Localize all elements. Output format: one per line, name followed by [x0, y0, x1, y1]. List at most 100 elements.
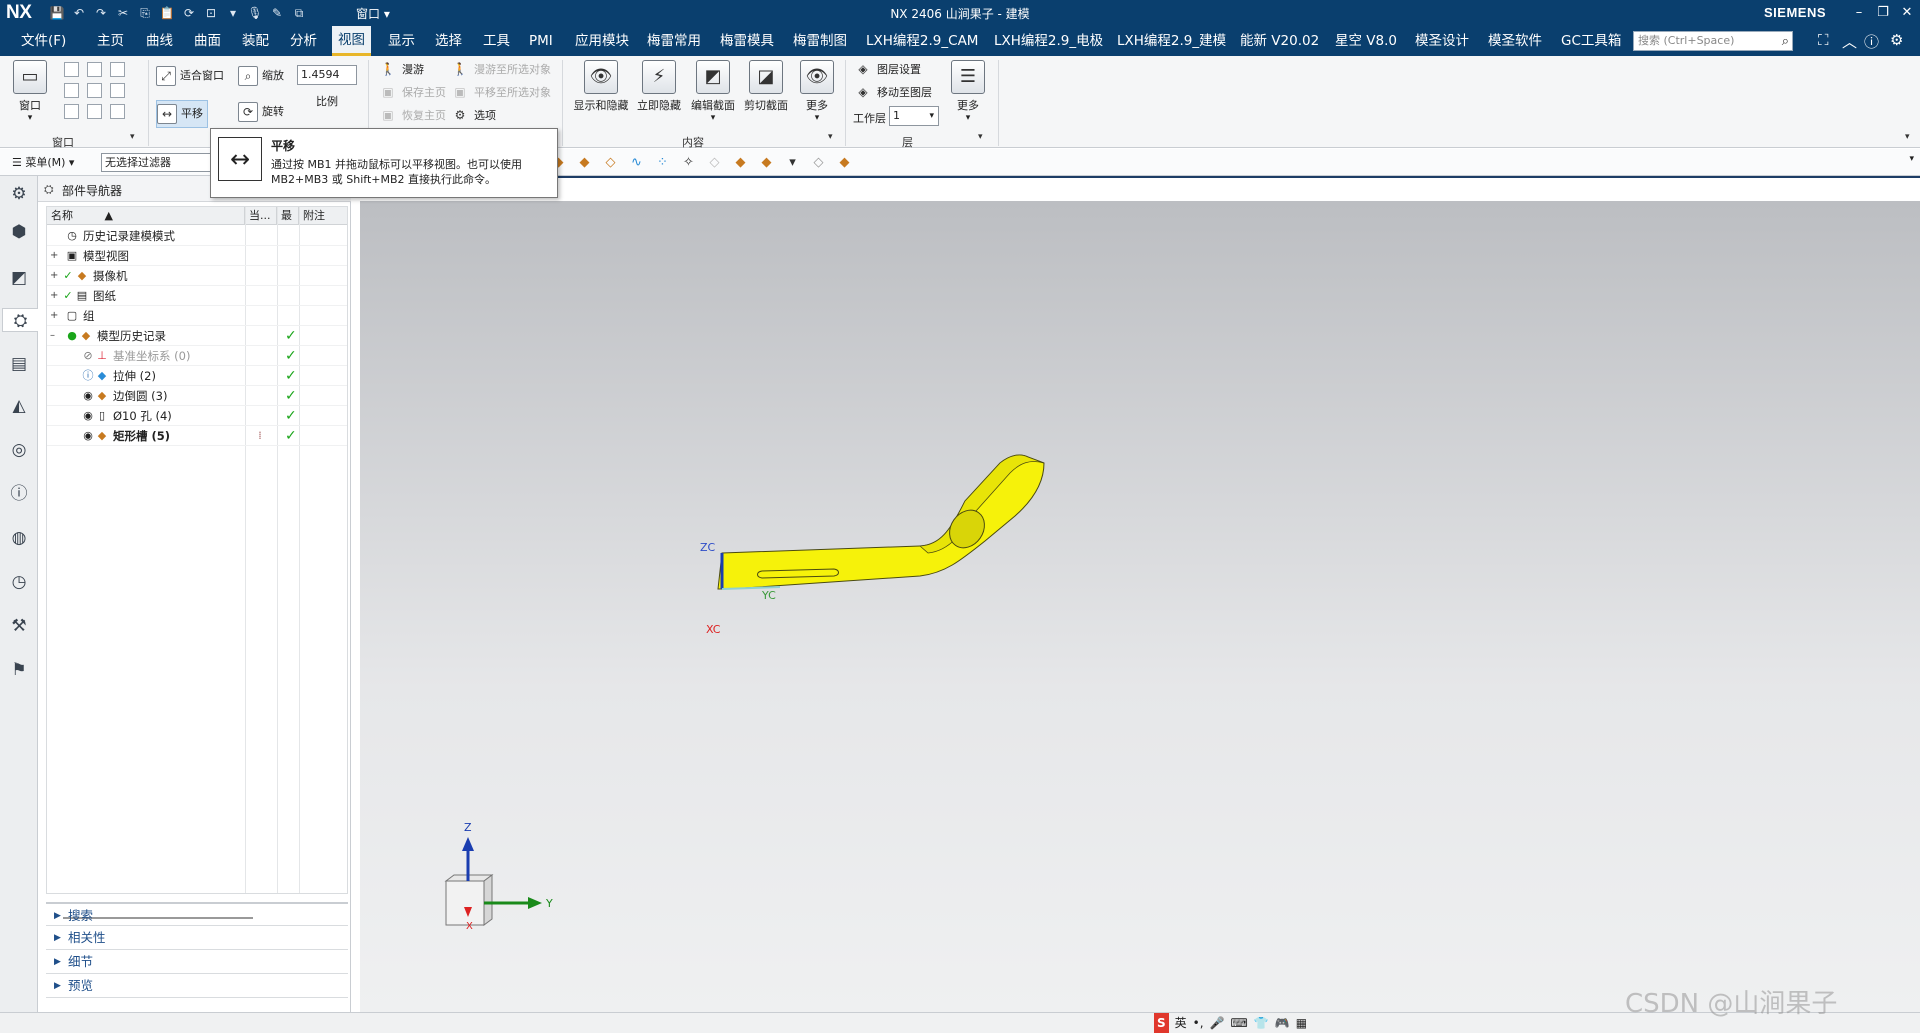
tab-mosheng-design[interactable]: 模圣设计: [1413, 26, 1471, 56]
undo-icon[interactable]: ↶: [70, 4, 88, 22]
select-assembly-icon[interactable]: ◆: [758, 154, 775, 171]
rotate-button[interactable]: ⟳ 旋转: [238, 102, 284, 122]
tab-curve[interactable]: 曲线: [144, 26, 175, 56]
tab-meilei-mold[interactable]: 梅雷模具: [718, 26, 776, 56]
select-body-icon[interactable]: ◆: [576, 154, 593, 171]
section-dependencies[interactable]: ▶ 相关性: [46, 926, 348, 950]
instant-hide-button[interactable]: ⚡ 立即隐藏: [632, 60, 686, 113]
tree-row-hole[interactable]: ◉ ▯ Ø10 孔 (4) ✓: [47, 406, 347, 426]
repeat-icon[interactable]: ⟳: [180, 4, 198, 22]
section-preview[interactable]: ▶ 预览: [46, 974, 348, 998]
select-face-icon[interactable]: ◇: [602, 154, 619, 171]
clip-section-button[interactable]: ◪ 剪切截面: [739, 60, 793, 113]
tree-row-extrude[interactable]: ⓘ ◆ 拉伸 (2) ✓: [47, 366, 347, 386]
select-solid-icon[interactable]: ◆: [732, 154, 749, 171]
edit-section-button[interactable]: ◩ 编辑截面 ▾: [687, 60, 739, 123]
pan-button[interactable]: ↔ 平移: [156, 100, 208, 128]
tab-meilei-common[interactable]: 梅雷常用: [645, 26, 703, 56]
snap-icon[interactable]: ✧: [680, 154, 697, 171]
model-view[interactable]: ZC YC XC Z Y X: [360, 201, 1920, 1012]
constraint-navigator-icon[interactable]: ◩: [7, 266, 31, 290]
restore-button[interactable]: ❐: [1870, 2, 1896, 24]
selection-filter-select[interactable]: 无选择过滤器: [101, 153, 211, 172]
window-menu[interactable]: 窗口 ▾: [356, 5, 390, 22]
tree-row-history-mode[interactable]: ◷ 历史记录建模模式: [47, 226, 347, 246]
tab-view[interactable]: 视图: [332, 26, 371, 56]
tab-analysis[interactable]: 分析: [288, 26, 319, 56]
walk-button[interactable]: 🚶 漫游: [378, 60, 424, 80]
tree-row-rect-groove[interactable]: ◉ ◆ 矩形槽 (5) ⁞ ✓: [47, 426, 347, 446]
options-button[interactable]: ⚙ 选项: [450, 106, 496, 126]
graphics-window[interactable]: ZC YC XC Z Y X: [360, 201, 1920, 1012]
minimize-button[interactable]: –: [1846, 2, 1872, 24]
tab-assembly[interactable]: 装配: [240, 26, 271, 56]
tree-row-cameras[interactable]: + ✓ ◆ 摄像机: [47, 266, 347, 286]
select-curve-icon[interactable]: ∿: [628, 154, 645, 171]
walk-to-selected-button[interactable]: 🚶 漫游至所选对象: [450, 60, 551, 80]
select-box-icon[interactable]: ◇: [810, 154, 827, 171]
scale-input[interactable]: 1.4594: [297, 65, 357, 85]
game-icon[interactable]: 🎮: [1275, 1013, 1290, 1033]
role-icon[interactable]: ⚑: [7, 658, 31, 682]
chevron-down-icon[interactable]: ▾: [784, 154, 801, 171]
history-icon[interactable]: ◷: [7, 570, 31, 594]
tab-applications[interactable]: 应用模块: [573, 26, 631, 56]
web-browser-icon[interactable]: ◎: [7, 438, 31, 462]
info-icon[interactable]: ⓘ: [7, 482, 31, 506]
tab-surface[interactable]: 曲面: [192, 26, 223, 56]
chevron-down-icon[interactable]: ▾: [1905, 132, 1910, 142]
work-layer-select[interactable]: 1 ▾: [889, 106, 939, 126]
part-body[interactable]: [717, 454, 1045, 590]
zoom-button[interactable]: ⌕ 缩放: [238, 66, 284, 86]
command-search-input[interactable]: 搜索 (Ctrl+Space) ⌕: [1633, 31, 1793, 51]
chevron-down-icon[interactable]: ▾: [978, 132, 983, 142]
hd3d-tools-icon[interactable]: ◭: [7, 394, 31, 418]
tab-home[interactable]: 主页: [95, 26, 126, 56]
settings-icon[interactable]: ⚙: [7, 182, 31, 206]
select-point-icon[interactable]: ⁘: [654, 154, 671, 171]
section-details[interactable]: ▶ 细节: [46, 950, 348, 974]
command-finder-icon[interactable]: ⊡: [202, 4, 220, 22]
section-search[interactable]: ▶ 搜索: [46, 902, 348, 926]
tab-lxh-cam[interactable]: LXH编程2.9_CAM: [864, 26, 980, 56]
tab-gc-toolbox[interactable]: GC工具箱: [1559, 26, 1623, 56]
layer-more-button[interactable]: ☰ 更多 ▾: [942, 60, 994, 123]
copy-icon[interactable]: ⎘: [136, 4, 154, 22]
globe-icon[interactable]: ◍: [7, 526, 31, 550]
tab-lxh-electrode[interactable]: LXH编程2.9_电极: [992, 26, 1105, 56]
part-navigator-icon[interactable]: ⛭: [2, 308, 38, 332]
tab-nengxin[interactable]: 能新 V20.02: [1238, 26, 1321, 56]
microphone-icon[interactable]: 🎙: [246, 4, 264, 22]
tree-row-datum-csys[interactable]: ⊘ ⊥ 基准坐标系 (0) ✓: [47, 346, 347, 366]
tab-tools[interactable]: 工具: [481, 26, 512, 56]
cut-icon[interactable]: ✂: [114, 4, 132, 22]
ribbon-options-icon[interactable]: ⚙: [1890, 31, 1903, 49]
chevron-down-icon[interactable]: ▾: [828, 132, 833, 142]
fullscreen-icon[interactable]: ⛶: [1818, 31, 1829, 49]
content-more-button[interactable]: 👁 更多 ▾: [794, 60, 840, 123]
microphone-icon[interactable]: 🎤: [1210, 1013, 1225, 1033]
help-icon[interactable]: ⓘ: [1864, 31, 1879, 52]
tree-row-model-views[interactable]: + ▣ 模型视图: [47, 246, 347, 266]
save-icon[interactable]: 💾: [48, 4, 66, 22]
move-to-layer-button[interactable]: ◈ 移动至图层: [853, 83, 932, 103]
window-switch-icon[interactable]: ⧉: [290, 4, 308, 22]
fit-button[interactable]: ⤢ 适合窗口: [156, 66, 224, 86]
touch-mode-icon[interactable]: ✎: [268, 4, 286, 22]
chevron-down-icon[interactable]: ▾: [1909, 154, 1914, 164]
toolbox-icon[interactable]: ▦: [1296, 1013, 1307, 1033]
chevron-down-icon[interactable]: ▾: [130, 132, 135, 142]
save-main-button[interactable]: ▣ 保存主页: [378, 83, 446, 103]
tab-xingkong[interactable]: 星空 V8.0: [1333, 26, 1399, 56]
column-name[interactable]: 名称 ▲: [47, 207, 245, 225]
tree-row-drawings[interactable]: + ✓ ▤ 图纸: [47, 286, 347, 306]
tab-lxh-modeling[interactable]: LXH编程2.9_建模: [1115, 26, 1228, 56]
main-menu-button[interactable]: ☰ 菜单(M) ▾: [12, 154, 74, 170]
tab-pmi[interactable]: PMI: [527, 26, 555, 56]
ime-punctuation[interactable]: •,: [1193, 1013, 1204, 1033]
window-button[interactable]: ▭ 窗口 ▾: [2, 60, 58, 123]
chevron-down-icon[interactable]: ▾: [224, 4, 242, 22]
tree-row-groups[interactable]: + ▢ 组: [47, 306, 347, 326]
sogou-ime-icon[interactable]: S: [1154, 1013, 1169, 1033]
keyboard-icon[interactable]: ⌨: [1231, 1013, 1248, 1033]
